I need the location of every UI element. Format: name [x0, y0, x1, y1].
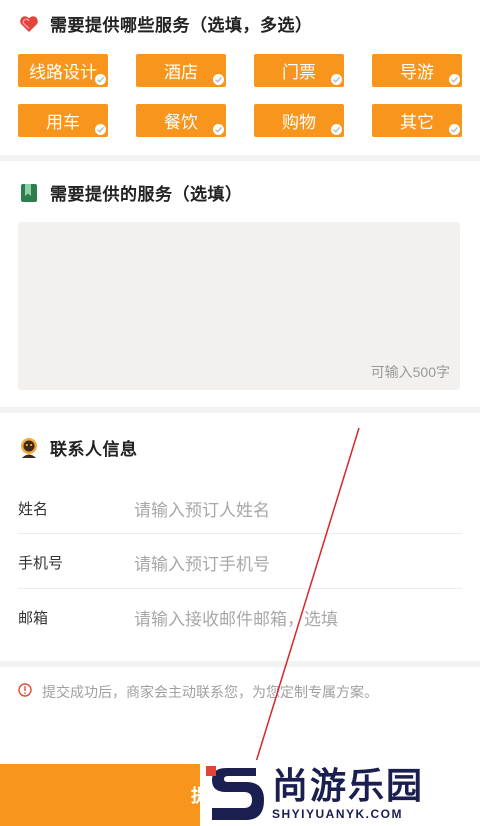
watermark: 尚游乐园 SHYIYUANYK.COM: [200, 760, 480, 826]
requirements-textarea[interactable]: 可输入500字: [18, 222, 460, 390]
service-tag-grid: 线路设计 酒店 门票 导游 用车 餐饮 购物 其它: [18, 54, 462, 137]
watermark-logo: [206, 762, 264, 824]
services-section: 需要提供哪些服务（选填，多选） 线路设计 酒店 门票 导游 用车 餐饮 购物 其…: [0, 0, 480, 156]
services-title: 需要提供哪些服务（选填，多选）: [50, 16, 313, 35]
watermark-en: SHYIYUANYK.COM: [272, 807, 404, 821]
watermark-cn: 尚游乐园: [272, 765, 425, 806]
heart-icon: [18, 13, 40, 35]
requirements-header: 需要提供的服务（选填）: [18, 180, 243, 205]
service-tag-label: 线路设计: [29, 63, 97, 82]
email-field-row[interactable]: 邮箱 请输入接收邮件邮箱，选填: [0, 590, 480, 644]
check-icon: [213, 124, 224, 135]
service-tag-label: 酒店: [164, 63, 198, 82]
service-tag-label: 门票: [282, 63, 316, 82]
service-tag[interactable]: 门票: [254, 54, 344, 87]
service-tag-label: 用车: [46, 113, 80, 132]
submit-notice: 提交成功后，商家会主动联系您，为您定制专属方案。: [18, 682, 378, 702]
contact-person-icon: [18, 437, 40, 459]
check-icon: [449, 74, 460, 85]
check-icon: [95, 74, 106, 85]
check-icon: [95, 124, 106, 135]
service-tag-label: 其它: [400, 113, 434, 132]
check-icon: [213, 74, 224, 85]
check-icon: [331, 124, 342, 135]
section-divider: [0, 661, 480, 667]
name-input[interactable]: 请输入预订人姓名: [134, 496, 270, 521]
bookmark-icon: [18, 182, 40, 204]
service-tag[interactable]: 餐饮: [136, 104, 226, 137]
phone-input[interactable]: 请输入预订手机号: [134, 550, 270, 575]
email-label: 邮箱: [18, 609, 49, 627]
check-icon: [331, 74, 342, 85]
contact-title: 联系人信息: [50, 440, 138, 459]
contact-header: 联系人信息: [18, 435, 138, 460]
service-tag[interactable]: 用车: [18, 104, 108, 137]
watermark-text: 尚游乐园 SHYIYUANYK.COM: [272, 765, 424, 821]
row-divider: [18, 533, 462, 534]
email-input[interactable]: 请输入接收邮件邮箱，选填: [134, 605, 338, 630]
name-field-row[interactable]: 姓名 请输入预订人姓名: [0, 481, 480, 535]
check-icon: [449, 124, 460, 135]
row-divider: [18, 588, 462, 589]
phone-field-row[interactable]: 手机号 请输入预订手机号: [0, 535, 480, 589]
service-tag[interactable]: 线路设计: [18, 54, 108, 87]
phone-label: 手机号: [18, 554, 64, 572]
service-tag-label: 购物: [282, 113, 316, 132]
service-tag[interactable]: 酒店: [136, 54, 226, 87]
service-tag[interactable]: 购物: [254, 104, 344, 137]
notice-text: 提交成功后，商家会主动联系您，为您定制专属方案。: [42, 684, 378, 700]
service-tag[interactable]: 导游: [372, 54, 462, 87]
name-label: 姓名: [18, 500, 49, 518]
services-header: 需要提供哪些服务（选填，多选）: [18, 11, 313, 36]
requirements-title: 需要提供的服务（选填）: [50, 185, 243, 204]
service-tag[interactable]: 其它: [372, 104, 462, 137]
service-tag-label: 导游: [400, 63, 434, 82]
warning-icon: [18, 682, 32, 702]
char-limit-hint: 可输入500字: [370, 364, 450, 380]
service-tag-label: 餐饮: [164, 113, 198, 132]
